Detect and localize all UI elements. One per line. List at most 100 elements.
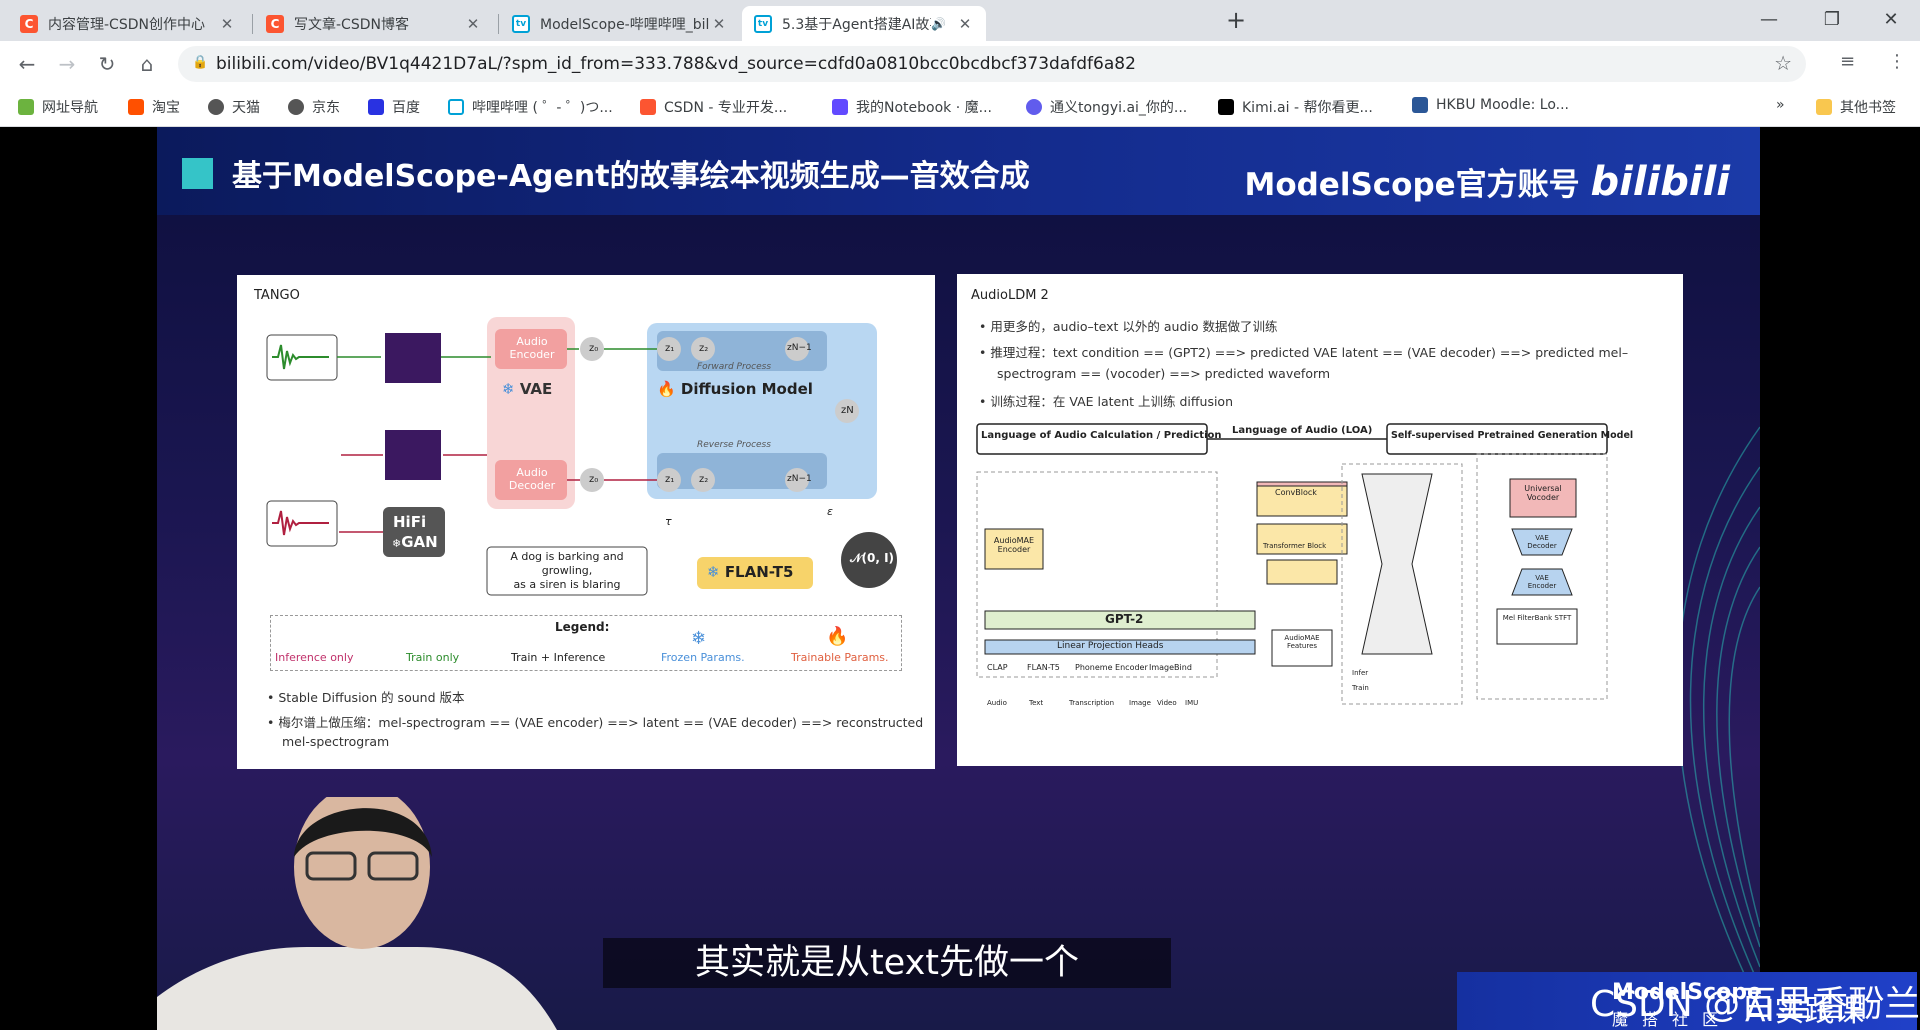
video-player[interactable]: 基于ModelScope-Agent的故事绘本视频生成—音效合成 ModelSc… bbox=[0, 127, 1920, 1030]
bookmark-item[interactable]: Kimi.ai - 帮你看更... bbox=[1218, 97, 1373, 117]
tab-csdn-write[interactable]: C 写文章-CSDN博客 ✕ bbox=[254, 6, 494, 41]
reverse-process-label: Reverse Process bbox=[697, 440, 771, 450]
bilibili-icon bbox=[448, 99, 464, 115]
legend-title: Legend: bbox=[555, 620, 610, 634]
audioldm2-panel: AudioLDM 2 • 用更多的，audio–text 以外的 audio 数… bbox=[957, 274, 1683, 766]
diffusion-label: 🔥 Diffusion Model bbox=[657, 380, 813, 398]
csdn-icon: C bbox=[20, 14, 38, 33]
csdn-icon bbox=[640, 99, 656, 115]
bookmarks-bar: 网址导航 淘宝 天猫 京东 百度 哔哩哔哩 ( ゜- ゜)つ... CSDN -… bbox=[0, 87, 1920, 127]
modality-audio: Audio bbox=[987, 699, 1007, 707]
prompt-line-2: growling, bbox=[541, 564, 593, 577]
bookmark-item[interactable]: HKBU Moodle: Lo... bbox=[1412, 97, 1569, 113]
bookmark-item[interactable]: 哔哩哔哩 ( ゜- ゜)つ... bbox=[448, 97, 613, 117]
snowflake-icon: ❄ bbox=[392, 537, 402, 550]
encoder-flan: FLAN-T5 bbox=[1027, 663, 1060, 672]
forward-icon[interactable]: → bbox=[52, 49, 82, 79]
box-loa-calc: Language of Audio Calculation / Predicti… bbox=[981, 430, 1222, 441]
bilibili-logo: bilibili bbox=[1590, 159, 1730, 205]
close-icon[interactable]: ✕ bbox=[710, 15, 728, 33]
modality-image: Image bbox=[1129, 699, 1151, 707]
bookmark-item[interactable]: 淘宝 bbox=[128, 97, 180, 117]
csdn-icon: C bbox=[266, 14, 284, 33]
globe-icon bbox=[208, 99, 224, 115]
tau-label: τ bbox=[665, 515, 672, 528]
tongyi-icon bbox=[1026, 99, 1042, 115]
other-bookmarks[interactable]: 其他书签 bbox=[1816, 97, 1896, 117]
reload-icon[interactable]: ↻ bbox=[92, 49, 122, 79]
csdn-watermark: CSDN @百里香酚兰 bbox=[1590, 984, 1920, 1025]
bilibili-icon: tv bbox=[754, 14, 772, 33]
minimize-button[interactable]: — bbox=[1740, 0, 1798, 40]
bookmarks-overflow[interactable]: » bbox=[1776, 97, 1785, 113]
z1-label: z₁ bbox=[665, 343, 675, 354]
address-bar[interactable]: 🔒 bilibili.com/video/BV1q4421D7aL/?spm_i… bbox=[178, 46, 1806, 82]
modelscope-icon bbox=[832, 99, 848, 115]
tab-active-video[interactable]: tv 5.3基于Agent搭建AI故事绘 🔊 ✕ bbox=[742, 6, 986, 41]
hifigan-label-1: HiFi bbox=[393, 513, 427, 531]
url-text[interactable]: bilibili.com/video/BV1q4421D7aL/?spm_id_… bbox=[216, 54, 1136, 74]
close-icon[interactable]: ✕ bbox=[218, 15, 236, 33]
vae-encoder-label: VAE Encoder bbox=[1527, 574, 1557, 590]
encoder-imagebind: ImageBind bbox=[1149, 663, 1192, 672]
flame-icon: 🔥 bbox=[826, 626, 849, 647]
audiomae-label: AudioMAE Encoder bbox=[993, 536, 1035, 554]
bookmark-star-icon[interactable]: ☆ bbox=[1774, 51, 1792, 75]
z2-label-rev: z₂ bbox=[699, 474, 709, 485]
snowflake-icon: ❄ bbox=[502, 380, 515, 398]
box-loa: Language of Audio (LOA) bbox=[1232, 425, 1373, 436]
modality-text: Text bbox=[1029, 699, 1044, 707]
tab-bilibili-modelscope[interactable]: tv ModelScope-哔哩哔哩_bilibili ✕ bbox=[500, 6, 740, 41]
snowflake-icon: ❄ bbox=[707, 563, 720, 581]
title-square-icon bbox=[182, 158, 213, 189]
bookmark-item[interactable]: 通义tongyi.ai_你的... bbox=[1026, 97, 1187, 117]
close-window-button[interactable]: ✕ bbox=[1862, 0, 1920, 40]
universal-vocoder-label: Universal Vocoder bbox=[1524, 484, 1562, 502]
audiomae-features-label: AudioMAE Features bbox=[1284, 634, 1320, 650]
back-icon[interactable]: ← bbox=[12, 49, 42, 79]
bookmark-item[interactable]: CSDN - 专业开发... bbox=[640, 97, 787, 117]
forward-process-label: Forward Process bbox=[697, 362, 772, 372]
bookmark-item[interactable]: 网址导航 bbox=[18, 97, 98, 117]
vae-label: ❄ VAE bbox=[502, 380, 553, 398]
tab-csdn-content[interactable]: C 内容管理-CSDN创作中心 ✕ bbox=[8, 6, 248, 41]
prompt-line-1: A dog is barking and bbox=[510, 550, 624, 563]
z2-label: z₂ bbox=[699, 343, 709, 354]
hao123-icon bbox=[18, 99, 34, 115]
bullet-2: • 梅尔谱上做压缩：mel-spectrogram == (VAE encode… bbox=[267, 715, 924, 730]
speaker-icon[interactable]: 🔊 bbox=[931, 17, 946, 31]
infer-label: Infer bbox=[1352, 669, 1369, 677]
mel-filterbank-label: Mel FilterBank STFT bbox=[1502, 614, 1572, 622]
tab-strip: C 内容管理-CSDN创作中心 ✕ C 写文章-CSDN博客 ✕ tv Mode… bbox=[0, 0, 1920, 41]
modality-transcription: Transcription bbox=[1069, 699, 1115, 707]
legend-frozen: Frozen Params. bbox=[661, 651, 745, 664]
z1-label-rev: z₁ bbox=[665, 474, 675, 485]
bookmark-item[interactable]: 京东 bbox=[288, 97, 340, 117]
z0-label-rev: z₀ bbox=[589, 474, 599, 485]
home-icon[interactable]: ⌂ bbox=[132, 49, 162, 79]
kimi-icon bbox=[1218, 99, 1234, 115]
reading-list-icon[interactable]: ≡ bbox=[1840, 51, 1855, 72]
train-label: Train bbox=[1352, 684, 1369, 692]
box-pretrained: Self-supervised Pretrained Generation Mo… bbox=[1391, 430, 1634, 441]
flame-icon: 🔥 bbox=[657, 380, 676, 398]
baidu-icon bbox=[368, 99, 384, 115]
lock-icon[interactable]: 🔒 bbox=[192, 55, 208, 70]
taobao-icon bbox=[128, 99, 144, 115]
noise-label: 𝒩(0, I) bbox=[850, 551, 895, 565]
close-icon[interactable]: ✕ bbox=[956, 15, 974, 33]
vae-decoder-label: VAE Decoder bbox=[1527, 534, 1557, 550]
new-tab-button[interactable]: + bbox=[1222, 6, 1250, 34]
close-icon[interactable]: ✕ bbox=[464, 15, 482, 33]
z0-label: z₀ bbox=[589, 343, 599, 354]
menu-icon[interactable]: ⋮ bbox=[1888, 51, 1906, 72]
browser-chrome: C 内容管理-CSDN创作中心 ✕ C 写文章-CSDN博客 ✕ tv Mode… bbox=[0, 0, 1920, 127]
bookmark-item[interactable]: 百度 bbox=[368, 97, 420, 117]
bookmark-item[interactable]: 天猫 bbox=[208, 97, 260, 117]
maximize-button[interactable]: ❐ bbox=[1803, 0, 1861, 40]
audio-encoder-label: Audio Encoder bbox=[509, 335, 555, 361]
slide: 基于ModelScope-Agent的故事绘本视频生成—音效合成 ModelSc… bbox=[157, 127, 1917, 1030]
bookmark-item[interactable]: 我的Notebook · 魔... bbox=[832, 97, 992, 117]
presenter-video bbox=[157, 797, 557, 1030]
bullet-2-cont: mel-spectrogram bbox=[282, 734, 390, 749]
